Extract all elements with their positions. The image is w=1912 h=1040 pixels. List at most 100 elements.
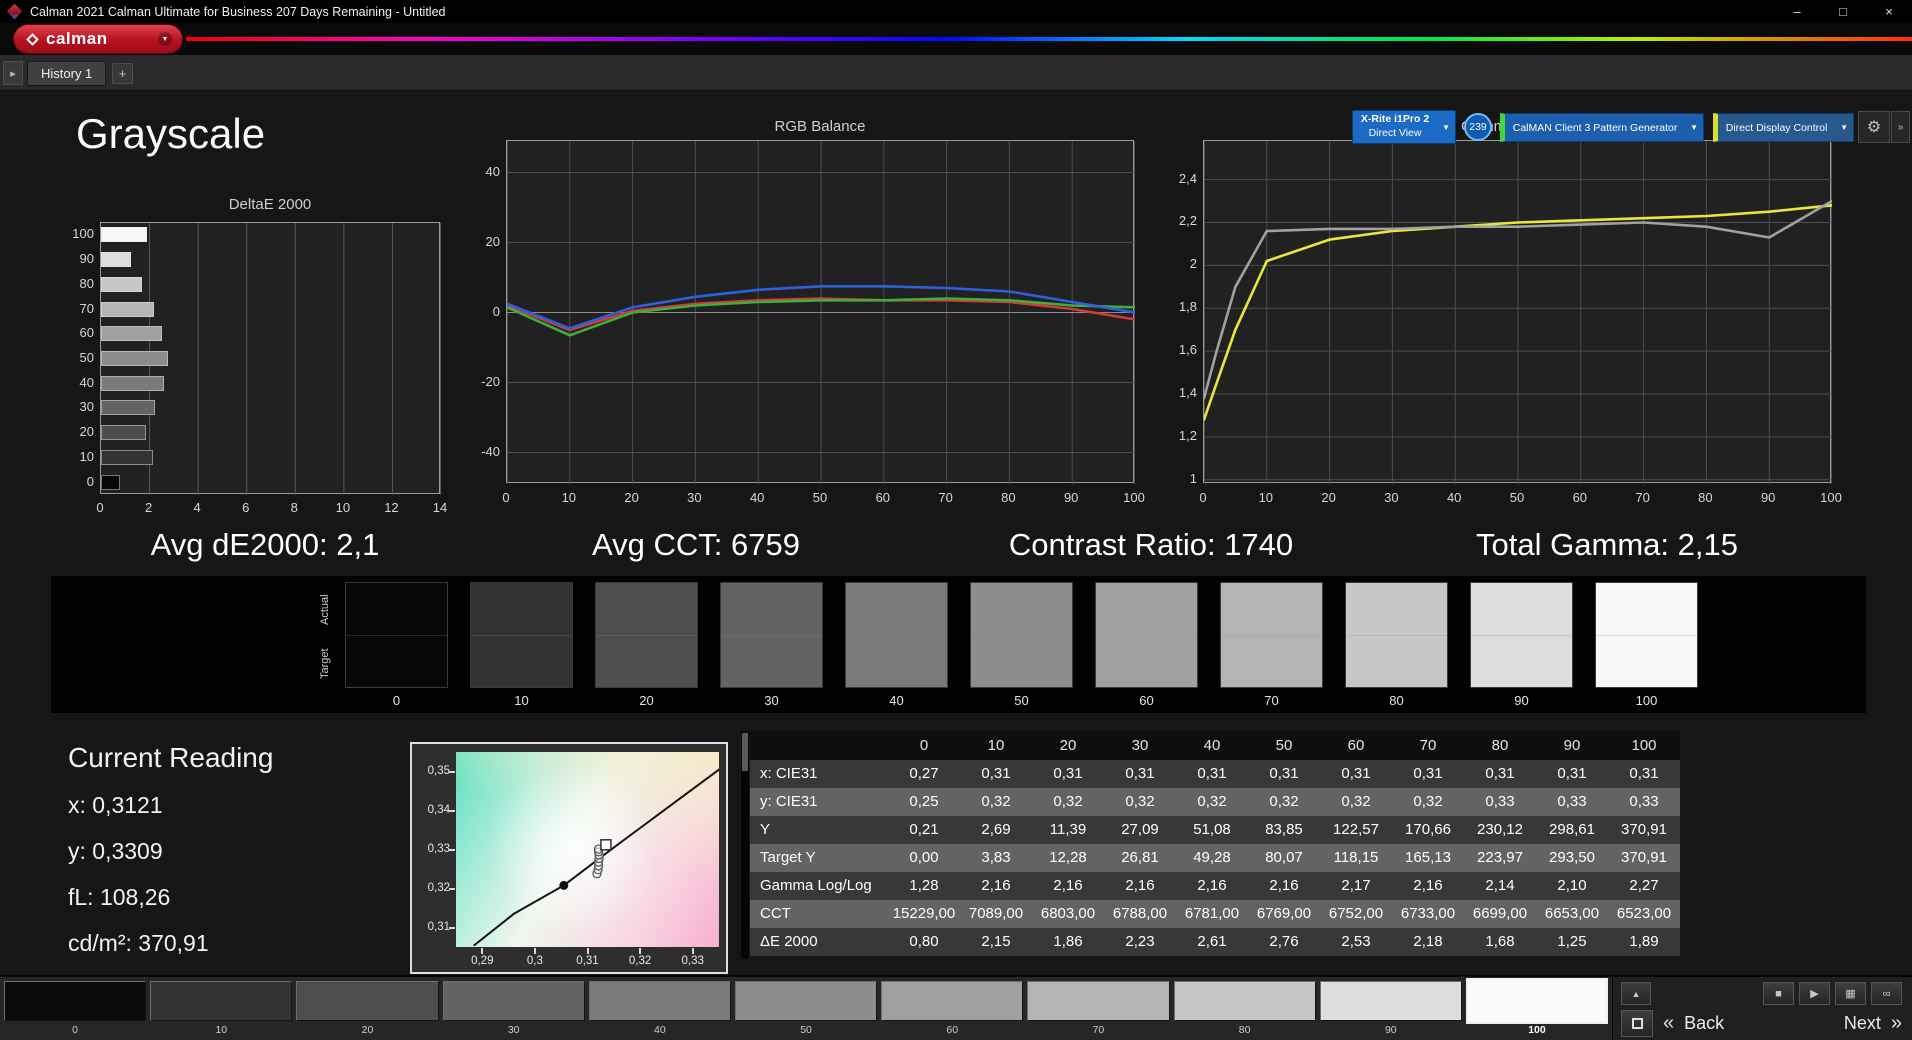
meter-dropdown[interactable]: X-Rite i1Pro 2 Direct View ▼ [1352, 110, 1456, 144]
gamma-xtick-label: 40 [1446, 490, 1462, 505]
next-button[interactable]: Next [1844, 1013, 1881, 1034]
rainbow-strip [186, 37, 1912, 41]
actual-target-divider [471, 635, 572, 636]
pattern-button-30[interactable]: 30 [442, 981, 585, 1040]
pattern-button-100[interactable]: 100 [1465, 978, 1609, 1040]
deltae-bar-30 [101, 400, 156, 416]
table-cell: 6788,00 [1104, 900, 1176, 928]
table-cell: 1,89 [1608, 928, 1680, 956]
table-cell: 2,69 [960, 816, 1032, 844]
reading-count-badge[interactable]: 239 [1464, 113, 1492, 141]
deltae-xtick-label: 4 [193, 500, 201, 515]
rgb-balance-ytick-label: 40 [485, 163, 500, 179]
swatch-patch [1595, 582, 1698, 688]
tab-history-1[interactable]: History 1 [27, 61, 107, 86]
rgb-balance-ytick-label: 0 [492, 303, 500, 319]
pattern-button-90[interactable]: 90 [1319, 981, 1462, 1040]
pattern-button-60[interactable]: 60 [881, 981, 1024, 1040]
table-col-header: 50 [1248, 731, 1320, 760]
table-cell: 2,53 [1320, 928, 1392, 956]
back-chevron[interactable]: « [1663, 1012, 1674, 1035]
grayscale-swatch-50: 50 [970, 582, 1073, 708]
deltae-xtick-label: 0 [96, 500, 104, 515]
table-cell: 0,00 [888, 844, 960, 872]
panel-toggle-button[interactable]: ▸ [3, 61, 23, 85]
deltae-bar-90 [101, 252, 132, 268]
play-button[interactable]: ▶ [1799, 982, 1830, 1005]
grayscale-swatch-40: 40 [845, 582, 948, 708]
rgb-balance-chart-title: RGB Balance [774, 118, 866, 135]
deltae-xtick-label: 6 [242, 500, 250, 515]
eject-button[interactable]: ▲ [1621, 982, 1651, 1005]
continuous-button[interactable]: ∞ [1871, 982, 1902, 1005]
table-col-header: 10 [960, 731, 1032, 760]
deltae-xtick-label: 12 [384, 500, 399, 515]
pattern-generator-dropdown[interactable]: CalMAN Client 3 Pattern Generator ▼ [1500, 113, 1704, 142]
pattern-patch [442, 981, 585, 1021]
table-corner-cell [750, 731, 888, 760]
target-label: Target [319, 648, 331, 680]
actual-target-divider [846, 635, 947, 636]
pattern-button-40[interactable]: 40 [588, 981, 731, 1040]
rgb-balance-xtick-label: 90 [1063, 490, 1079, 505]
gamma-xtick-label: 70 [1635, 490, 1650, 505]
measurement-table: 0 10 20 30 40 50 60 70 80 90 100 x: CIE31 0,27 0,31 0,… [750, 731, 1680, 956]
deltae-ytick-label: 90 [79, 251, 94, 267]
table-cell: 2,76 [1248, 928, 1320, 956]
settings-gear-button[interactable]: ⚙ [1858, 111, 1890, 143]
table-scrollbar[interactable] [741, 731, 749, 959]
swatch-list: 0 10 20 30 40 50 60 70 80 90 100 [345, 582, 1720, 708]
table-cell: 6752,00 [1320, 900, 1392, 928]
next-chevron[interactable]: » [1891, 1012, 1902, 1035]
table-cell: 0,33 [1536, 788, 1608, 816]
table-cell: 6733,00 [1392, 900, 1464, 928]
add-tab-button[interactable]: + [112, 63, 133, 84]
calman-diamond-icon [26, 32, 39, 46]
table-cell: 0,27 [888, 760, 960, 788]
swatch-patch [1095, 582, 1198, 688]
table-cell: 6769,00 [1248, 900, 1320, 928]
table-scrollbar-thumb[interactable] [742, 733, 748, 771]
actual-target-divider [721, 635, 822, 636]
pattern-button-70[interactable]: 70 [1027, 981, 1170, 1040]
current-reading-panel: Current Reading x: 0,3121 y: 0,3309 fL: … [68, 742, 273, 976]
table-cell: 26,81 [1104, 844, 1176, 872]
bottom-bar: 0 10 20 30 40 50 60 70 80 90 100 ▲ ■ ▶ ▦ ∞ « Back Nex… [0, 975, 1912, 1040]
rgb-balance-xtick-label: 0 [502, 490, 510, 505]
table-cell: 2,16 [1032, 872, 1104, 900]
overflow-button[interactable]: » [1891, 111, 1910, 143]
stop-button[interactable]: ■ [1763, 982, 1794, 1005]
pattern-button-50[interactable]: 50 [734, 981, 878, 1040]
close-button[interactable]: × [1866, 0, 1912, 23]
table-col-header: 30 [1104, 731, 1176, 760]
rgb-balance-chart: RGB Balance 0 10 20 30 40 50 60 70 80 90 100 40 20 0 -… [460, 118, 1160, 522]
display-control-dropdown[interactable]: Direct Display Control ▼ [1713, 113, 1854, 142]
print-button[interactable]: ▦ [1835, 982, 1866, 1005]
table-col-header: 0 [888, 731, 960, 760]
window-title: Calman 2021 Calman Ultimate for Business… [30, 4, 446, 19]
calman-menu-button[interactable]: calman ▼ [14, 25, 182, 53]
pattern-button-20[interactable]: 20 [296, 981, 439, 1040]
cie-xtick-mark [481, 948, 484, 954]
deltae-ytick-label: 100 [72, 226, 94, 242]
gamma-chart: Gamma Log/Log 010203040506070809010011,2… [1157, 118, 1857, 522]
table-cell: 3,83 [960, 844, 1032, 872]
swatch-label: 60 [1139, 693, 1154, 708]
table-cell: 6803,00 [1032, 900, 1104, 928]
table-cell: 1,25 [1536, 928, 1608, 956]
table-row-label: Target Y [750, 844, 888, 872]
minimize-button[interactable]: – [1774, 0, 1820, 23]
maximize-button[interactable]: □ [1820, 0, 1866, 23]
table-cell: 2,23 [1104, 928, 1176, 956]
back-button[interactable]: Back [1684, 1013, 1724, 1034]
table-cell: 0,32 [1248, 788, 1320, 816]
pattern-button-0[interactable]: 0 [4, 981, 147, 1040]
table-cell: 370,91 [1608, 816, 1680, 844]
deltae-plot-area [100, 222, 441, 495]
pattern-button-80[interactable]: 80 [1173, 981, 1316, 1040]
pattern-window-button[interactable] [1621, 1009, 1653, 1037]
table-cell: 6699,00 [1464, 900, 1536, 928]
table-row-label: ΔE 2000 [750, 928, 888, 956]
pattern-button-10[interactable]: 10 [150, 981, 293, 1040]
table-col-header: 100 [1608, 731, 1680, 760]
